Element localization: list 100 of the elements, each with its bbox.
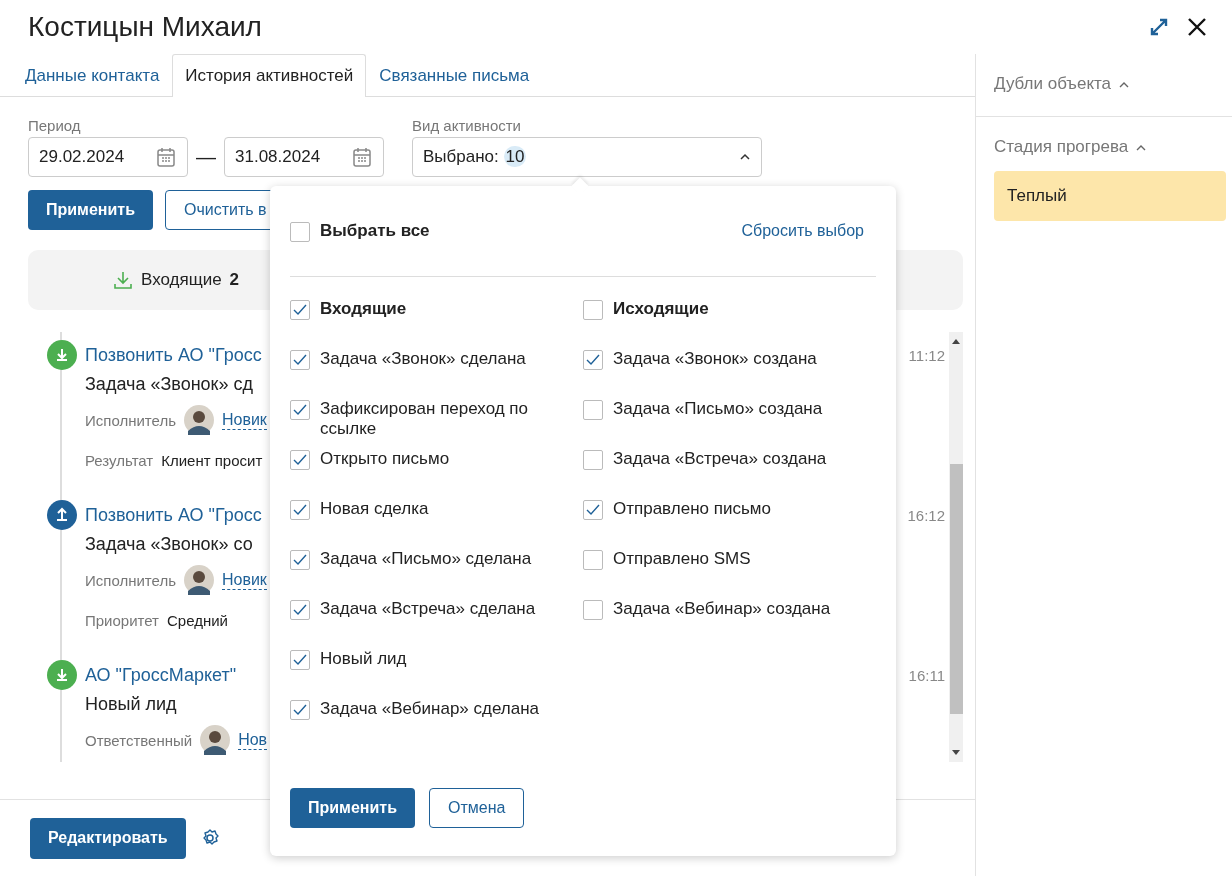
check-icon (586, 504, 600, 516)
checkbox-label[interactable]: Задача «Звонок» сделана (320, 349, 526, 369)
checkbox-label[interactable]: Новый лид (320, 649, 407, 669)
close-icon[interactable] (1186, 16, 1208, 38)
activity-name: Новый лид (85, 694, 177, 715)
avatar (200, 725, 231, 755)
checkbox[interactable] (583, 300, 603, 320)
scroll-up-icon[interactable] (952, 338, 960, 344)
checkbox-label[interactable]: Зафиксирован переход по ссылке (320, 399, 550, 439)
date-field[interactable]: 29.02.2024 (28, 137, 188, 177)
avatar (183, 405, 214, 435)
checkbox[interactable] (290, 400, 310, 420)
field-label: Исполнитель (85, 571, 176, 589)
checkbox-label[interactable]: Задача «Встреча» создана (613, 449, 827, 469)
period-label: Период (28, 117, 82, 134)
apply-button[interactable]: Применить (290, 788, 415, 828)
activity-label: Вид активности (412, 117, 522, 134)
section-title[interactable]: Дубли объекта (994, 74, 1112, 94)
check-icon (293, 354, 307, 366)
check-icon (293, 404, 307, 416)
field-label: Исполнитель (85, 411, 176, 429)
checkbox-label[interactable]: Открыто письмо (320, 449, 450, 469)
chevron-icon (739, 153, 751, 161)
field-value: Клиент просит (161, 451, 263, 469)
checkbox[interactable] (290, 650, 310, 670)
checkbox[interactable] (583, 400, 603, 420)
section-title[interactable]: Стадия прогрева (994, 137, 1129, 157)
checkbox[interactable] (290, 350, 310, 370)
scroll-down-icon[interactable] (952, 750, 960, 756)
checkbox-label[interactable]: Задача «Вебинар» сделана (320, 699, 540, 719)
check-icon (293, 604, 307, 616)
checkbox-label[interactable]: Задача «Письмо» сделана (320, 549, 532, 569)
activity-link[interactable]: Позвонить АО "Гросс (85, 344, 262, 366)
cancel-button[interactable]: Отмена (429, 788, 525, 828)
summary-count: 2 (229, 270, 240, 290)
check-icon (293, 554, 307, 566)
checkbox-label[interactable]: Задача «Звонок» создана (613, 349, 817, 369)
checkbox-label[interactable]: Задача «Встреча» сделана (320, 599, 536, 619)
contact-title: Костицын Михаил (28, 11, 262, 43)
check-icon (293, 454, 307, 466)
checkbox[interactable] (290, 550, 310, 570)
checkbox[interactable] (583, 550, 603, 570)
scrollbar[interactable] (949, 332, 963, 762)
check-icon (293, 304, 307, 316)
activity-link[interactable]: АО "ГроссМаркет" (85, 664, 237, 686)
reset-link[interactable]: Сбросить выбор (741, 222, 864, 240)
checkbox-label[interactable]: Новая сделка (320, 499, 429, 519)
checkbox[interactable] (290, 700, 310, 720)
checkbox-label[interactable]: Отправлено письмо (613, 499, 771, 519)
checkbox[interactable] (290, 450, 310, 470)
activity-name: Задача «Звонок» со (85, 534, 253, 555)
activity-link[interactable]: Позвонить АО "Гросс (85, 504, 262, 526)
calendar-icon[interactable] (157, 147, 175, 167)
tab[interactable]: История активностей (172, 54, 367, 97)
checkbox[interactable] (583, 600, 603, 620)
field-label: Результат (85, 451, 154, 469)
date-field[interactable]: 31.08.2024 (224, 137, 384, 177)
tab[interactable]: Данные контакта (12, 54, 173, 97)
checkbox[interactable] (290, 600, 310, 620)
checkbox-label[interactable]: Выбрать все (320, 220, 430, 241)
checkbox[interactable] (583, 500, 603, 520)
activity-name: Задача «Звонок» сд (85, 374, 253, 395)
download-icon (113, 270, 133, 290)
checkbox-label[interactable]: Задача «Вебинар» создана (613, 599, 831, 619)
checkbox[interactable] (583, 350, 603, 370)
person-link[interactable]: Новик (221, 410, 267, 430)
field-value: Средний (167, 611, 228, 629)
check-icon (293, 504, 307, 516)
upload-icon (47, 500, 77, 530)
checkbox-label[interactable]: Задача «Письмо» создана (613, 399, 823, 419)
person-link[interactable]: Новик (221, 570, 267, 590)
person-link[interactable]: Нов (238, 730, 268, 750)
field-label: Ответственный (85, 731, 193, 749)
chevron-icon[interactable] (1119, 80, 1130, 88)
checkbox-label[interactable]: Отправлено SMS (613, 549, 751, 569)
activity-time: 16:11 (908, 666, 945, 684)
range-dash: — (196, 145, 216, 169)
summary-label: Входящие (141, 270, 222, 290)
checkbox-label[interactable]: Исходящие (613, 299, 709, 319)
checkbox[interactable] (583, 450, 603, 470)
edit-button[interactable]: Редактировать (30, 817, 186, 859)
download-icon (47, 660, 77, 690)
activity-time: 11:12 (908, 346, 945, 364)
activity-select[interactable]: Выбрано: 10 (412, 137, 762, 177)
checkbox-label[interactable]: Входящие (320, 299, 407, 319)
checkbox[interactable] (290, 500, 310, 520)
calendar-icon[interactable] (353, 147, 371, 167)
check-icon (293, 704, 307, 716)
field-label: Приоритет (85, 611, 159, 629)
stage-badge: Теплый (994, 171, 1226, 221)
check-icon (586, 354, 600, 366)
expand-icon[interactable] (1148, 16, 1170, 38)
check-icon (293, 654, 307, 666)
chevron-icon[interactable] (1136, 143, 1147, 151)
checkbox[interactable] (290, 300, 310, 320)
tab[interactable]: Связанные письма (366, 54, 543, 97)
apply-button[interactable]: Применить (28, 190, 153, 230)
scroll-thumb[interactable] (949, 464, 963, 714)
checkbox[interactable] (290, 221, 310, 242)
avatar (183, 565, 214, 595)
